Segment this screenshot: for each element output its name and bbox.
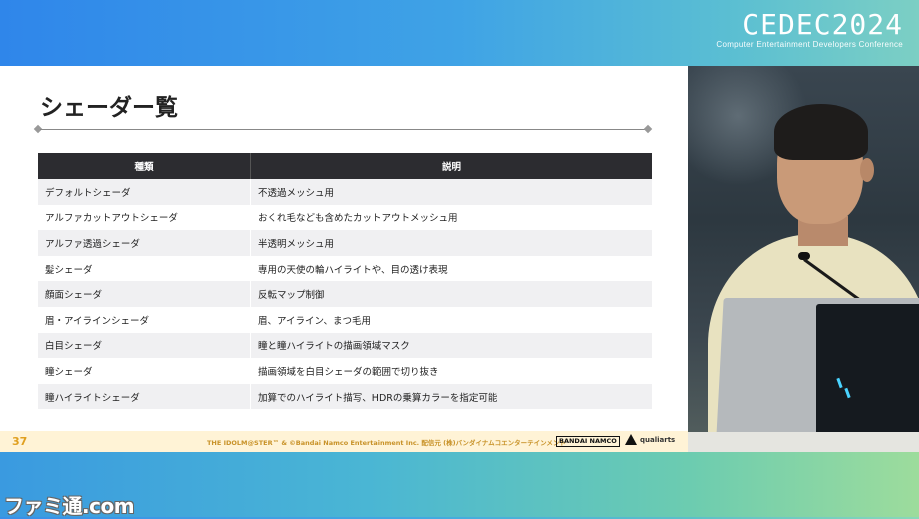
- shader-type-cell: 瞳ハイライトシェーダ: [38, 383, 251, 410]
- shader-description-cell: おくれ毛なども含めたカットアウトメッシュ用: [250, 204, 652, 231]
- shader-type-cell: アルファ透過シェーダ: [38, 230, 251, 256]
- table-row: アルファ透過シェーダ 半透明メッシュ用: [38, 230, 652, 256]
- shader-description-cell: 描画領域を白目シェーダの範囲で切り抜き: [250, 358, 652, 384]
- shader-type-cell: 白目シェーダ: [38, 332, 251, 359]
- shader-type-cell: 瞳シェーダ: [38, 358, 251, 384]
- shader-table: 種類 説明 デフォルトシェーダ 不透過メッシュ用 アルファカットアウトシェーダ …: [38, 153, 652, 410]
- presentation-slide: シェーダー覧 種類 説明 デフォルトシェーダ 不透過メッシュ用 アルファカットア…: [0, 66, 688, 452]
- shader-description-cell: 加算でのハイライト描写、HDRの乗算カラーを指定可能: [250, 383, 652, 410]
- shader-type-cell: 顔面シェーダ: [38, 281, 251, 307]
- qualiarts-logo: qualiarts: [625, 434, 675, 445]
- slide-title: シェーダー覧: [40, 95, 178, 121]
- shader-description-cell: 不透過メッシュ用: [250, 179, 652, 205]
- speaker-camera-feed: [688, 66, 919, 452]
- table-row: 顔面シェーダ 反転マップ制御: [38, 281, 652, 307]
- divider-diamond-right: [643, 124, 653, 134]
- table-row: アルファカットアウトシェーダ おくれ毛なども含めたカットアウトメッシュ用: [38, 204, 652, 231]
- speaker-hair: [774, 104, 868, 160]
- shader-type-cell: 眉・アイラインシェーダ: [38, 306, 251, 333]
- column-header-type: 種類: [38, 153, 251, 179]
- shader-description-cell: 反転マップ制御: [250, 281, 652, 307]
- column-header-description: 説明: [250, 153, 652, 179]
- famitsu-watermark: ファミ通.com: [4, 494, 135, 518]
- shader-description-cell: 瞳と瞳ハイライトの描画領域マスク: [250, 332, 652, 359]
- table-row: デフォルトシェーダ 不透過メッシュ用: [38, 179, 652, 205]
- shader-description-cell: 専用の天使の輪ハイライトや、目の透け表現: [250, 255, 652, 282]
- cedec-logo-main: CEDEC2024: [742, 8, 903, 41]
- speaker-ear: [860, 158, 874, 182]
- shader-type-cell: アルファカットアウトシェーダ: [38, 204, 251, 231]
- shader-description-cell: 半透明メッシュ用: [250, 230, 652, 256]
- slide-footer: 37 THE IDOLM@STER™ & ©Bandai Namco Enter…: [0, 431, 688, 452]
- shader-description-cell: 眉、アイライン、まつ毛用: [250, 306, 652, 333]
- cedec-logo: CEDEC2024 Computer Entertainment Develop…: [716, 8, 903, 50]
- table-header-row: 種類 説明: [38, 153, 652, 179]
- bandai-namco-logo: BANDAI NAMCO: [556, 436, 620, 447]
- table-row: 白目シェーダ 瞳と瞳ハイライトの描画領域マスク: [38, 332, 652, 359]
- qualiarts-logo-text: qualiarts: [640, 435, 676, 444]
- title-divider: [40, 129, 648, 130]
- cedec-logo-subtitle: Computer Entertainment Developers Confer…: [716, 40, 903, 49]
- table-row: 瞳ハイライトシェーダ 加算でのハイライト描写、HDRの乗算カラーを指定可能: [38, 383, 652, 410]
- laptop-dark: [816, 304, 919, 444]
- copyright-text: THE IDOLM@STER™ & ©Bandai Namco Entertai…: [207, 439, 566, 447]
- shader-type-cell: 髪シェーダ: [38, 255, 251, 282]
- table-row: 瞳シェーダ 描画領域を白目シェーダの範囲で切り抜き: [38, 358, 652, 384]
- table-row: 眉・アイラインシェーダ 眉、アイライン、まつ毛用: [38, 306, 652, 333]
- page-number: 37: [12, 435, 28, 448]
- table-row: 髪シェーダ 専用の天使の輪ハイライトや、目の透け表現: [38, 255, 652, 282]
- qualiarts-mark-icon: [625, 434, 637, 445]
- bottom-banner: [0, 452, 919, 517]
- podium-desk: [688, 432, 919, 452]
- shader-type-cell: デフォルトシェーダ: [38, 179, 251, 205]
